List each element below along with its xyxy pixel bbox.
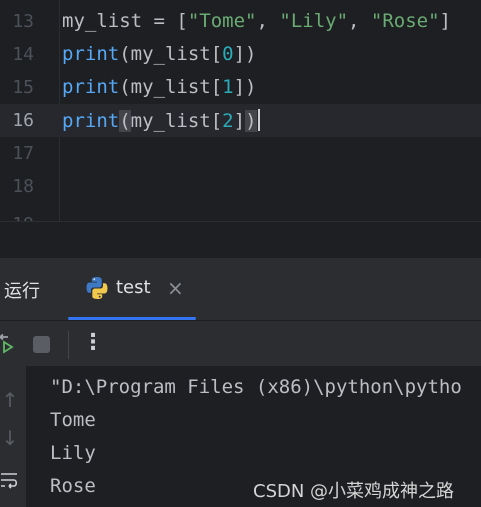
code-token: "Lily": [279, 10, 349, 32]
line-number: 13: [12, 11, 34, 32]
close-icon[interactable]: ×: [167, 276, 184, 300]
code-text: print(my_list[2]): [62, 109, 260, 132]
down-arrow-icon[interactable]: ↓: [0, 426, 20, 450]
matched-brace: (: [119, 110, 131, 132]
rerun-icon[interactable]: [0, 333, 16, 355]
soft-wrap-icon[interactable]: [0, 470, 20, 490]
console-line: Lily: [50, 442, 96, 464]
code-editor[interactable]: 13 my_list = ["Tome", "Lily", "Rose"] 14 pr…: [0, 0, 481, 221]
text-caret: [257, 109, 260, 131]
code-token: 0: [222, 43, 234, 65]
console-line: Rose: [50, 475, 96, 497]
up-arrow-icon[interactable]: ↑: [0, 388, 20, 412]
code-line[interactable]: 18: [0, 170, 481, 203]
code-token: "Rose": [370, 10, 440, 32]
watermark: CSDN @小菜鸡成神之路: [253, 481, 455, 502]
line-number: 14: [12, 44, 34, 65]
tab-label: test: [116, 277, 151, 298]
code-token: ]): [233, 43, 257, 65]
code-line[interactable]: 16 print(my_list[2]): [0, 104, 481, 137]
code-token: ]: [439, 10, 451, 32]
toolbar-separator: [68, 331, 69, 359]
code-line[interactable]: 13 my_list = ["Tome", "Lily", "Rose"]: [0, 5, 481, 38]
code-token: my_list = [: [62, 10, 188, 32]
code-token: (my_list[: [119, 76, 223, 98]
run-toolbar: ⋮: [0, 320, 481, 367]
more-options-icon[interactable]: ⋮: [82, 330, 104, 355]
code-text: print(my_list[0]): [62, 43, 257, 65]
code-text: print(my_list[1]): [62, 76, 257, 98]
matched-brace: ): [245, 110, 257, 132]
code-token: 2: [222, 110, 234, 132]
code-token: ,: [348, 10, 371, 32]
code-token: print: [62, 110, 120, 132]
run-tool-window-header: 运行 test ×: [0, 258, 481, 320]
line-number: 19: [0, 214, 34, 221]
code-token: "Tome": [187, 10, 257, 32]
console-line: "D:\Program Files (x86)\python\pytho: [50, 376, 462, 398]
code-token: my_list[: [130, 110, 223, 132]
console-side-toolbar: ↑ ↓: [0, 366, 26, 507]
line-number: 18: [12, 176, 34, 197]
tab-test[interactable]: test ×: [68, 258, 196, 320]
python-icon: [86, 277, 108, 299]
code-token: (my_list[: [119, 43, 223, 65]
line-number: 15: [12, 77, 34, 98]
stop-icon[interactable]: [33, 336, 50, 353]
code-line[interactable]: 17: [0, 137, 481, 170]
code-text: my_list = ["Tome", "Lily", "Rose"]: [62, 10, 451, 32]
line-number: 17: [12, 143, 34, 164]
code-token: print: [62, 76, 120, 98]
line-number: 16: [12, 110, 34, 131]
code-token: ,: [256, 10, 280, 32]
code-token: ]: [233, 110, 246, 132]
code-line[interactable]: 14 print(my_list[0]): [0, 38, 481, 71]
code-token: ]): [233, 76, 257, 98]
code-token: 1: [222, 76, 234, 98]
code-line[interactable]: 15 print(my_list[1]): [0, 71, 481, 104]
code-token: print: [62, 43, 120, 65]
console-line: Tome: [50, 409, 96, 431]
run-panel-title: 运行: [4, 281, 40, 302]
